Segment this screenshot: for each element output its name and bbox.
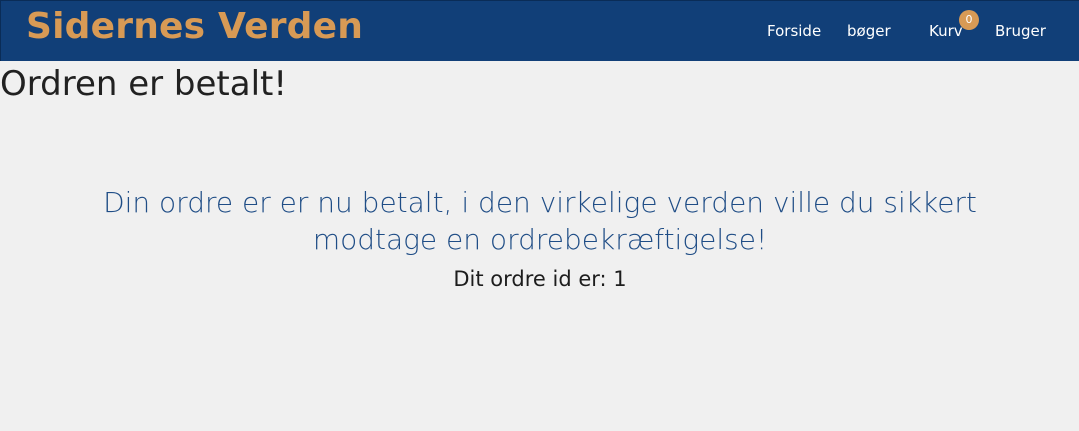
nav-link-bruger[interactable]: Bruger <box>995 21 1046 41</box>
nav-link-kurv[interactable]: Kurv <box>929 21 963 41</box>
brand-logo-link[interactable]: Sidernes Verden <box>26 5 363 49</box>
page-title: Ordren er betalt! <box>0 64 288 104</box>
cart-count-badge: 0 <box>959 10 979 30</box>
nav-link-boger[interactable]: bøger <box>847 21 891 41</box>
order-id-text: Dit ordre id er: 1 <box>453 267 627 291</box>
payment-confirmation-message: Din ordre er er nu betalt, i den virkeli… <box>103 186 977 256</box>
navbar: Sidernes Verden Forside bøger Kurv 0 Bru… <box>0 0 1079 61</box>
nav-link-forside[interactable]: Forside <box>767 21 821 41</box>
